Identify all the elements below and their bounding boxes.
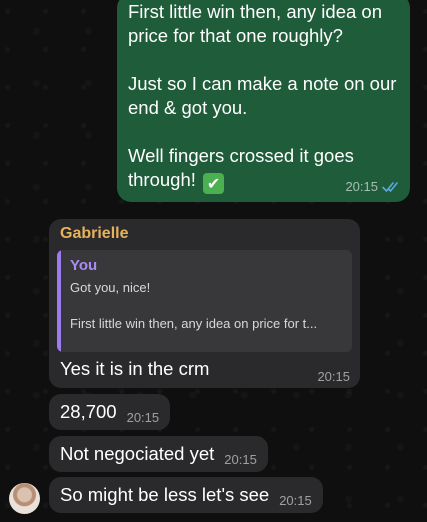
message-text: 28,700 [60, 401, 117, 422]
message-time: 20:15 [224, 451, 257, 467]
message-text: Not negociated yet [60, 443, 215, 464]
reply-author: You [70, 257, 98, 274]
sender-name[interactable]: Gabrielle [60, 225, 352, 243]
message-text: through! [128, 169, 196, 190]
message-text-line: price for that one roughly? [128, 25, 343, 46]
message-time: 20:15 [279, 492, 312, 508]
message-time: 20:15 [345, 179, 378, 194]
message-text: Yes it is in the crm [60, 358, 210, 379]
reply-text-line: Got you, nice! [70, 280, 151, 295]
reply-gap [70, 297, 342, 315]
outgoing-message-bubble[interactable]: First little win then, any idea on price… [117, 0, 410, 202]
check-mark-emoji-icon: ✔ [203, 173, 225, 194]
message-text: So might be less let's see [60, 484, 270, 505]
message-time: 20:15 [126, 409, 160, 425]
message-text-line: Well fingers crossed it goes [128, 145, 354, 166]
message-time: 20:15 [317, 369, 350, 384]
incoming-message-bubble[interactable]: So might be less let's see 20:15 [49, 477, 323, 513]
message-text-line: First little win then, any idea on [128, 1, 382, 22]
reply-text-line: First little win then, any idea on price… [70, 316, 318, 331]
chat-background: First little win then, any idea on price… [0, 0, 427, 522]
message-text-line: end & got you. [128, 97, 248, 118]
incoming-message-bubble[interactable]: Not negociated yet 20:15 [49, 436, 268, 472]
avatar[interactable] [9, 483, 40, 514]
incoming-message-bubble[interactable]: Gabrielle You Got you, nice! First littl… [49, 219, 360, 388]
message-meta: 20:15 [345, 179, 400, 194]
message-text-line: Just so I can make a note on our [128, 73, 397, 94]
reply-quote[interactable]: You Got you, nice! First little win then… [57, 250, 352, 352]
double-check-icon [382, 181, 398, 192]
incoming-message-bubble[interactable]: 28,700 20:15 [49, 394, 171, 430]
